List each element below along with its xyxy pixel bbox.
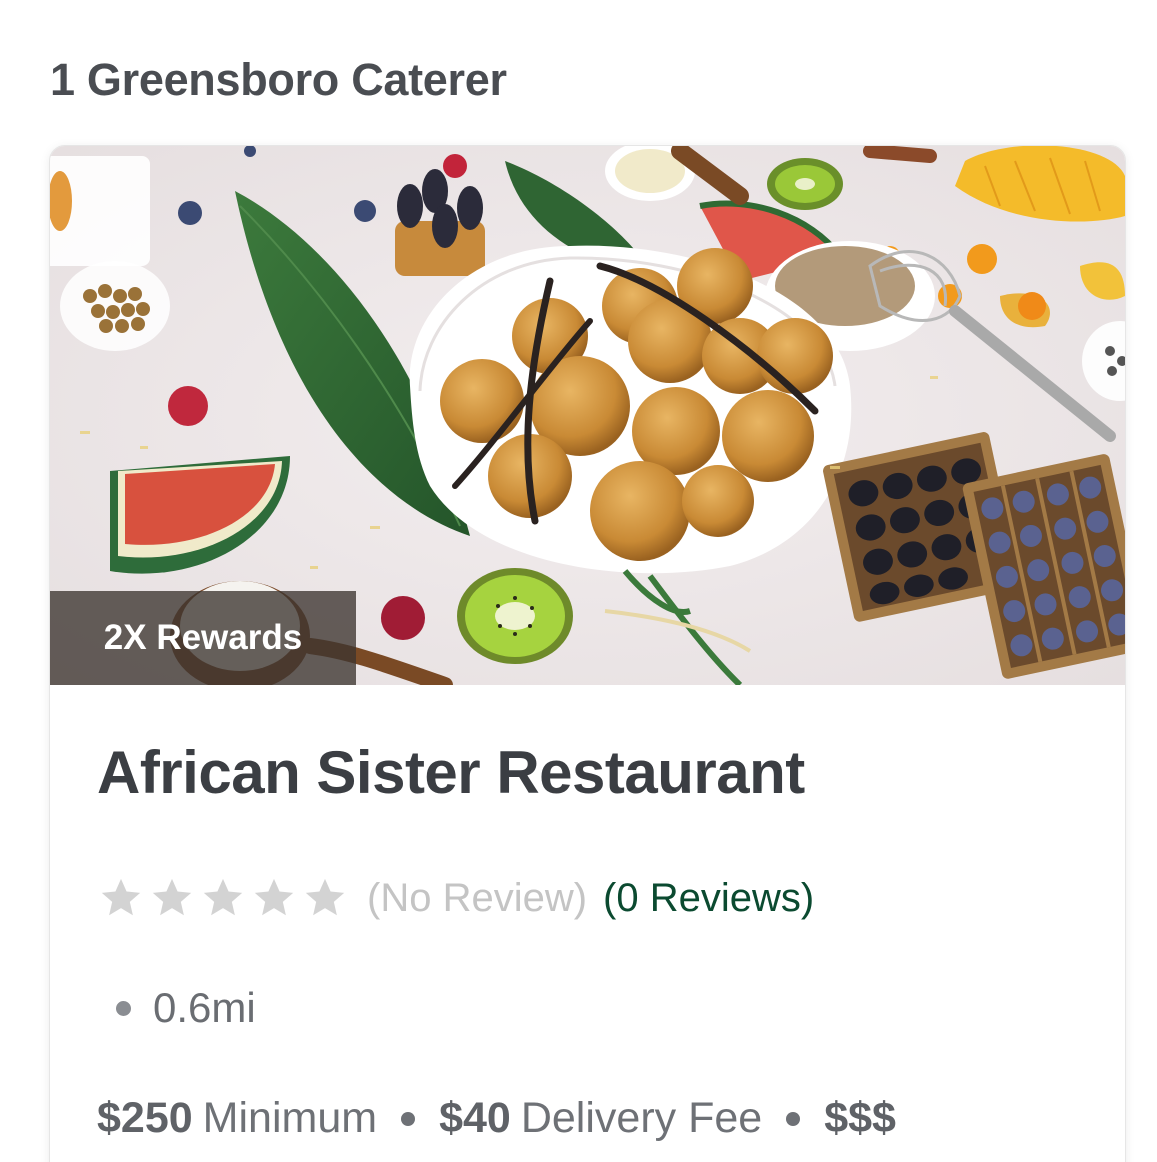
star-rating [97,875,349,921]
delivery-fee-value: $40 [439,1094,511,1142]
caterer-card[interactable]: 2X Rewards African Sister Restaurant (No… [49,145,1126,1162]
bullet-dot-icon [786,1111,801,1126]
star-icon [305,878,345,916]
result-count-heading: 1 Greensboro Caterer [50,54,507,105]
minimum-value: $250 [97,1094,193,1142]
restaurant-name[interactable]: African Sister Restaurant [97,738,805,807]
distance-value: 0.6mi [153,984,256,1031]
no-review-label: (No Review) [367,875,588,920]
price-level: $$$ [824,1094,896,1142]
rewards-badge: 2X Rewards [50,591,356,685]
delivery-fee-label: Delivery Fee [520,1094,763,1142]
bullet-dot-icon [401,1111,416,1126]
bullet-dot-icon [116,1000,131,1016]
star-icon [254,878,294,916]
restaurant-hero-image[interactable]: 2X Rewards [50,146,1125,685]
star-icon [101,878,141,916]
reviews-count-link[interactable]: (0 Reviews) [603,876,814,921]
page: 1 Greensboro Caterer 2X Rewards African … [0,0,1157,1162]
star-icon [203,878,243,916]
minimum-label: Minimum [202,1094,378,1142]
distance-row: 0.6mi [116,984,256,1032]
star-icon [152,878,192,916]
rating-row: (No Review) (0 Reviews) [97,872,814,924]
fees-row: $250 Minimum $40 Delivery Fee $$$ [97,1094,896,1143]
